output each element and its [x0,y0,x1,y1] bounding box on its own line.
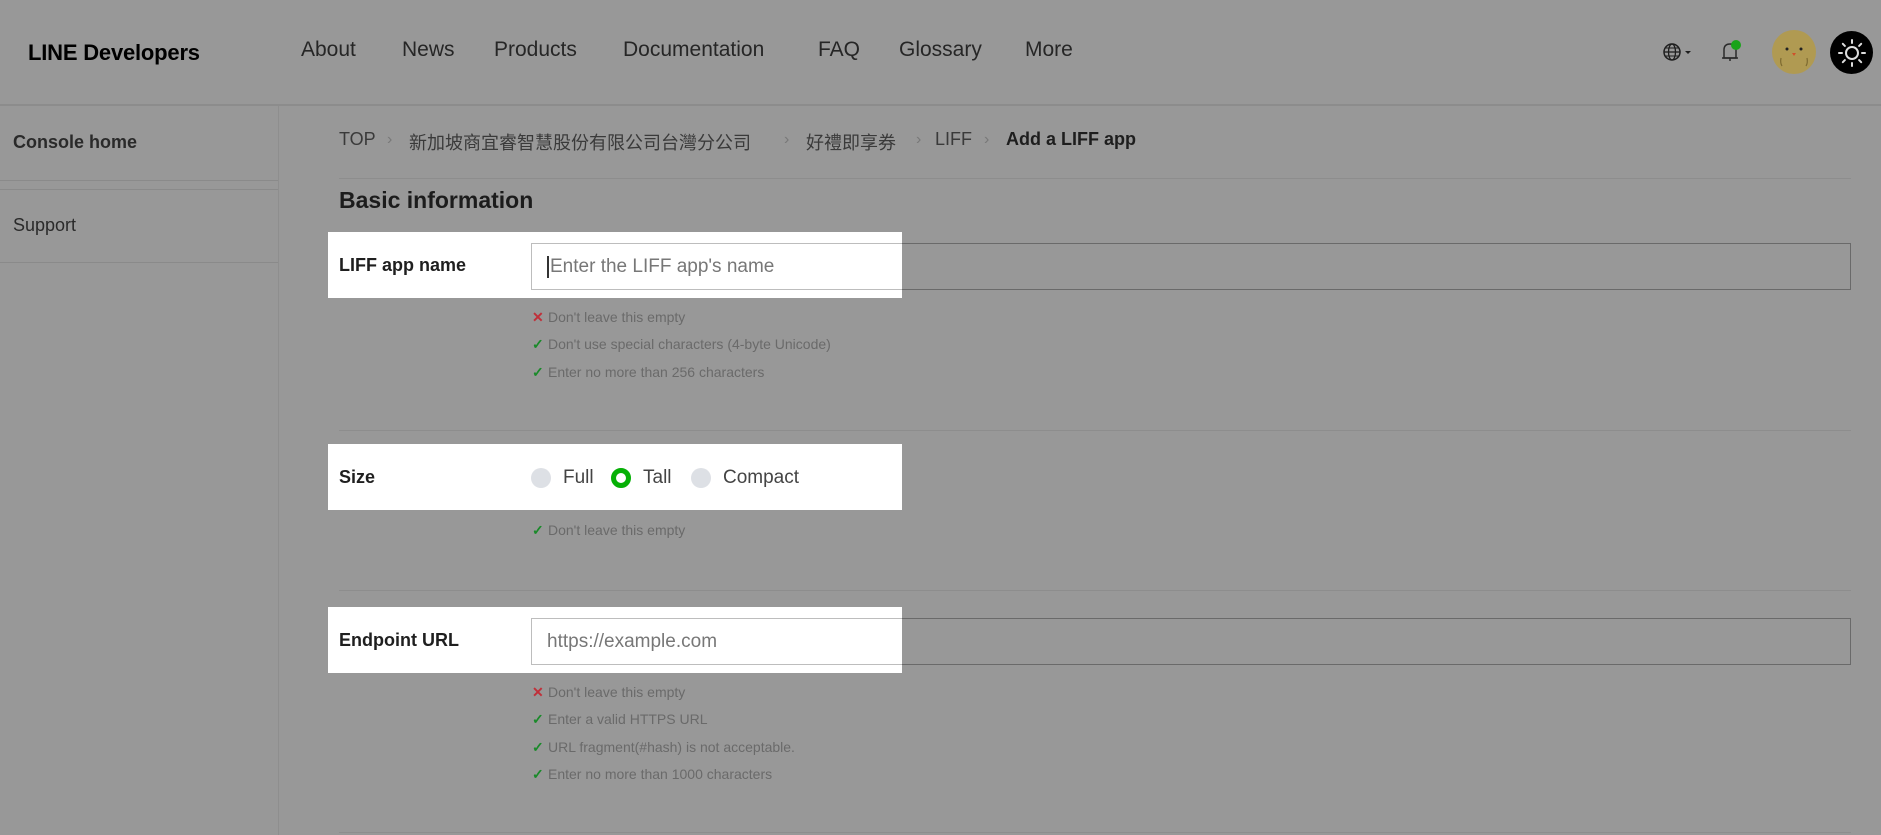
breadcrumb-provider[interactable]: 新加坡商宜睿智慧股份有限公司台灣分公司 [409,129,751,155]
nav-faq[interactable]: FAQ [818,38,860,62]
check-icon: ✓ [532,336,544,352]
nav-about[interactable]: About [301,38,356,62]
radio-checked-icon [611,468,631,488]
liff-app-name-label: LIFF app name [339,255,467,275]
validation-message: ✓ URL fragment(#hash) is not acceptable. [532,739,795,755]
validation-message: ✓ Enter no more than 256 characters [532,364,765,380]
x-icon: ✕ [532,309,544,325]
liff-app-name-row: LIFF app name Enter the LIFF app's name [328,232,902,298]
chevron-right-icon: › [784,131,790,148]
sidebar-divider [0,189,278,190]
divider [339,832,1851,833]
sidebar-item-console-home[interactable]: Console home [13,132,137,153]
notifications-button[interactable] [1716,38,1746,66]
chick-avatar-icon [1780,47,1808,67]
nav-documentation[interactable]: Documentation [623,38,764,62]
check-icon: ✓ [532,739,544,755]
divider [339,590,1851,591]
globe-icon [1663,43,1691,61]
size-radio-tall[interactable]: Tall [611,467,672,489]
size-radio-full[interactable]: Full [531,467,594,489]
caret-down-icon [1685,51,1691,54]
text-cursor [547,255,549,278]
size-label: Size [339,467,376,487]
chevron-right-icon: › [387,131,393,148]
nav-glossary[interactable]: Glossary [899,38,982,62]
endpoint-url-input[interactable]: https://example.com [531,618,902,665]
chevron-right-icon: › [916,131,922,148]
radio-unchecked-icon [691,468,711,488]
validation-message: ✓ Enter a valid HTTPS URL [532,711,708,727]
breadcrumb-top[interactable]: TOP [339,129,376,150]
endpoint-url-row: Endpoint URL https://example.com [328,607,902,673]
line-developers-logo[interactable]: LINE Developers [28,40,200,66]
x-icon: ✕ [532,684,544,700]
sidebar: Console home Support [0,106,279,835]
radio-unchecked-icon [531,468,551,488]
nav-products[interactable]: Products [494,38,577,62]
sun-icon [1837,38,1866,67]
validation-message: ✓ Don't leave this empty [532,522,686,538]
validation-message: ✕ Don't leave this empty [532,684,686,700]
divider [339,178,1851,179]
size-row: Size Full Tall Compact [328,444,902,510]
nav-more[interactable]: More [1025,38,1073,62]
liff-app-name-placeholder: Enter the LIFF app's name [550,256,775,277]
section-title: Basic information [339,187,534,213]
language-selector[interactable] [1660,40,1696,64]
sidebar-divider [0,180,278,181]
check-icon: ✓ [532,766,544,782]
validation-message: ✓ Don't use special characters (4-byte Un… [532,336,831,352]
validation-message: ✓ Enter no more than 1000 characters [532,766,773,782]
size-radio-compact[interactable]: Compact [691,467,799,489]
check-icon: ✓ [532,364,544,380]
sidebar-item-support[interactable]: Support [13,215,76,236]
check-icon: ✓ [532,711,544,727]
endpoint-url-placeholder: https://example.com [547,631,718,652]
sidebar-divider [0,262,278,263]
divider [339,430,1851,431]
endpoint-url-label: Endpoint URL [339,630,459,650]
breadcrumb-channel[interactable]: 好禮即享券 [806,129,896,155]
user-avatar[interactable] [1772,30,1816,74]
theme-toggle-button[interactable] [1830,31,1873,74]
check-icon: ✓ [532,522,544,538]
liff-app-name-input[interactable]: Enter the LIFF app's name [531,243,902,290]
notification-dot [1731,40,1741,50]
bell-icon [1722,40,1741,61]
chevron-right-icon: › [984,131,990,148]
breadcrumb-current: Add a LIFF app [1006,129,1136,149]
validation-message: ✕ Don't leave this empty [532,309,686,325]
top-header: LINE Developers About News Products Docu… [0,0,1881,106]
nav-news[interactable]: News [402,38,455,62]
breadcrumb-liff[interactable]: LIFF [935,129,972,150]
